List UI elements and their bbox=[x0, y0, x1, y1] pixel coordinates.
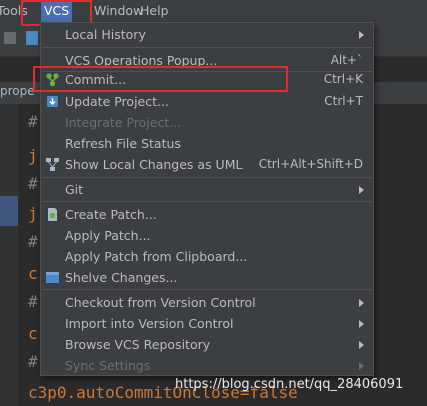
menu-item-label: Integrate Project... bbox=[65, 115, 182, 130]
shortcut-label: Ctrl+T bbox=[324, 94, 363, 108]
menu-item-import[interactable]: Import into Version Control bbox=[41, 313, 373, 334]
menu-item-git[interactable]: Git bbox=[41, 179, 373, 200]
submenu-arrow-icon bbox=[359, 320, 364, 328]
submenu-arrow-icon bbox=[359, 31, 364, 39]
menu-item-apply-patch-clipboard[interactable]: Apply Patch from Clipboard... bbox=[41, 246, 373, 267]
menu-separator bbox=[42, 201, 372, 202]
menu-item-label: Refresh File Status bbox=[65, 136, 181, 151]
code-line: j bbox=[28, 146, 38, 165]
shelve-icon bbox=[45, 270, 60, 285]
gutter-marker bbox=[0, 196, 18, 226]
menu-item-label: Git bbox=[65, 182, 84, 197]
code-line: j bbox=[28, 204, 38, 223]
code-line: c bbox=[28, 264, 38, 283]
editor-gutter bbox=[0, 104, 18, 406]
menu-item-local-history[interactable]: Local History bbox=[41, 24, 373, 45]
menu-item-label: Apply Patch from Clipboard... bbox=[65, 249, 248, 264]
code-line: # bbox=[28, 232, 38, 251]
menu-item-label: Shelve Changes... bbox=[65, 270, 178, 285]
menu-item-label: Import into Version Control bbox=[65, 316, 234, 331]
menu-separator bbox=[42, 177, 372, 178]
code-line: # bbox=[28, 112, 38, 131]
menu-item-label: Local History bbox=[65, 27, 146, 42]
code-line: # bbox=[28, 174, 38, 193]
menu-item-shelve-changes[interactable]: Shelve Changes... bbox=[41, 267, 373, 288]
editor-tab[interactable]: prope bbox=[0, 84, 35, 98]
menu-item-label: Apply Patch... bbox=[65, 228, 151, 243]
menu-item-sync-settings[interactable]: Sync Settings bbox=[41, 355, 373, 376]
submenu-arrow-icon bbox=[359, 299, 364, 307]
toolbar-icon[interactable] bbox=[26, 31, 38, 45]
menu-separator bbox=[42, 47, 372, 48]
submenu-arrow-icon bbox=[359, 341, 364, 349]
menu-item-label: Update Project... bbox=[65, 94, 169, 109]
shortcut-label: Ctrl+Alt+Shift+D bbox=[258, 157, 363, 171]
menu-item-integrate-project[interactable]: Integrate Project... bbox=[41, 112, 373, 133]
diagram-icon bbox=[45, 157, 60, 172]
code-line: # bbox=[28, 292, 38, 311]
menu-item-checkout[interactable]: Checkout from Version Control bbox=[41, 292, 373, 313]
commit-highlight-box bbox=[33, 66, 288, 92]
code-line: c bbox=[28, 324, 38, 343]
menu-item-browse-repo[interactable]: Browse VCS Repository bbox=[41, 334, 373, 355]
submenu-arrow-icon bbox=[359, 186, 364, 194]
menu-item-show-local-changes[interactable]: Show Local Changes as UML Ctrl+Alt+Shift… bbox=[41, 154, 373, 175]
menu-separator bbox=[42, 289, 372, 290]
shortcut-label: Alt+` bbox=[330, 53, 363, 67]
toolbar-icon[interactable] bbox=[4, 32, 16, 44]
menu-item-apply-patch[interactable]: Apply Patch... bbox=[41, 225, 373, 246]
menu-item-label: Create Patch... bbox=[65, 207, 157, 222]
update-icon bbox=[45, 94, 60, 109]
menu-item-refresh-status[interactable]: Refresh File Status bbox=[41, 133, 373, 154]
menu-item-label: Show Local Changes as UML bbox=[65, 157, 243, 172]
patch-file-icon bbox=[45, 207, 60, 222]
menu-item-label: Checkout from Version Control bbox=[65, 295, 256, 310]
code-line: # bbox=[28, 352, 38, 371]
menu-item-create-patch[interactable]: Create Patch... bbox=[41, 204, 373, 225]
submenu-arrow-icon bbox=[359, 362, 364, 370]
shortcut-label: Ctrl+K bbox=[323, 72, 363, 86]
menu-item-label: Sync Settings bbox=[65, 358, 151, 373]
watermark-text: https://blog.csdn.net/qq_28406091 bbox=[175, 377, 404, 392]
menu-item-label: Browse VCS Repository bbox=[65, 337, 211, 352]
menu-help[interactable]: Help bbox=[137, 0, 172, 22]
menu-item-update-project[interactable]: Update Project... Ctrl+T bbox=[41, 91, 373, 112]
